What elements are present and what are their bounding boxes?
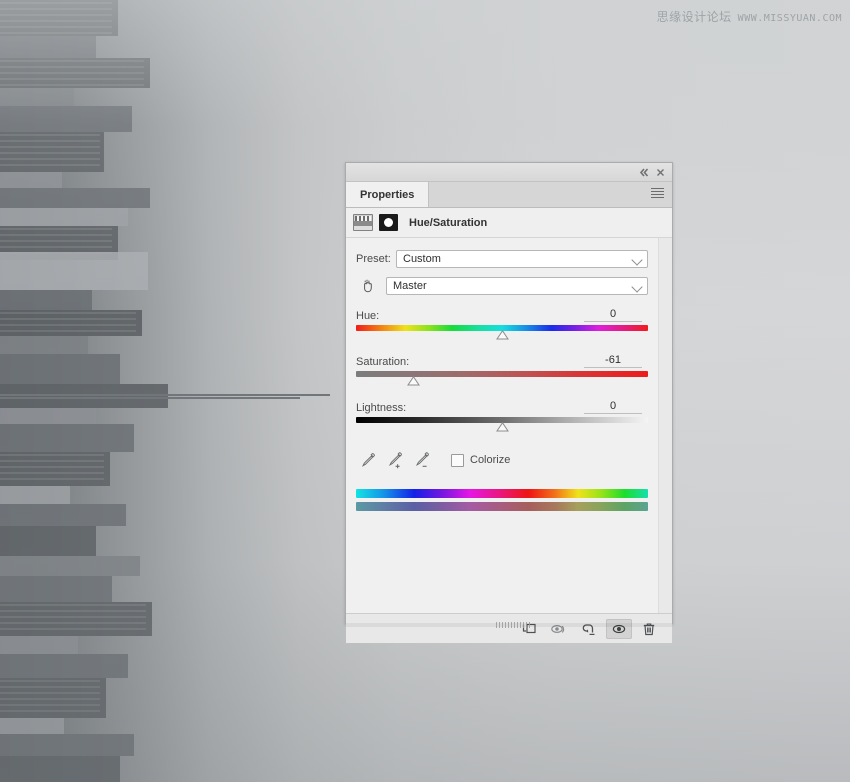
- lightness-slider-thumb[interactable]: [496, 422, 509, 432]
- tab-properties-label: Properties: [360, 188, 415, 201]
- add-to-sample-eyedropper-icon[interactable]: [383, 450, 407, 470]
- saturation-value-field[interactable]: -61: [584, 354, 642, 368]
- adjustment-header: Hue/Saturation: [346, 208, 672, 238]
- colorize-checkbox-group[interactable]: Colorize: [451, 453, 511, 467]
- hue-label: Hue:: [356, 310, 380, 322]
- colorize-checkbox[interactable]: [451, 453, 464, 467]
- properties-panel[interactable]: Properties Hue/Saturation Preset: Custom: [345, 162, 673, 643]
- lightness-slider-block: Lightness: 0: [346, 399, 672, 435]
- hue-saturation-adjustment-icon[interactable]: [353, 214, 373, 231]
- watermark-url: WWW.MISSYUAN.COM: [737, 13, 842, 24]
- saturation-slider-track[interactable]: [356, 371, 648, 377]
- hue-bar-adjusted[interactable]: [356, 502, 648, 511]
- preset-row: Preset: Custom: [346, 248, 672, 270]
- channel-value: Master: [393, 280, 427, 292]
- panel-resize-grip[interactable]: [496, 622, 532, 628]
- panel-tab-bar[interactable]: Properties: [346, 182, 672, 208]
- sample-eyedropper-icon[interactable]: [356, 450, 380, 470]
- saturation-label: Saturation:: [356, 356, 410, 368]
- saturation-slider-block: Saturation: -61: [346, 353, 672, 389]
- colorize-label: Colorize: [470, 454, 511, 466]
- delete-adjustment-button[interactable]: [636, 619, 662, 639]
- watermark: 思缘设计论坛 WWW.MISSYUAN.COM: [657, 8, 842, 25]
- panel-body: Preset: Custom Master Hue: 0 Saturation:…: [346, 238, 672, 613]
- hue-range-bars: [346, 489, 672, 511]
- hue-value-field[interactable]: 0: [584, 308, 642, 322]
- reset-button[interactable]: [576, 619, 602, 639]
- page-title: Hue/Saturation: [409, 216, 488, 229]
- close-icon[interactable]: [654, 166, 667, 179]
- lightness-label: Lightness:: [356, 402, 407, 414]
- hue-slider-block: Hue: 0: [346, 307, 672, 343]
- chevron-down-icon: [631, 281, 643, 293]
- saturation-slider-thumb[interactable]: [407, 376, 420, 386]
- tab-properties[interactable]: Properties: [346, 182, 430, 207]
- lightness-value-field[interactable]: 0: [584, 400, 642, 414]
- preset-label: Preset:: [356, 253, 391, 265]
- targeted-adjustment-hand-icon[interactable]: [356, 276, 380, 296]
- watermark-site-name: 思缘设计论坛: [656, 10, 732, 24]
- panel-footer: [346, 613, 672, 643]
- chevron-down-icon: [631, 254, 643, 266]
- hue-slider-thumb[interactable]: [496, 330, 509, 340]
- eyedropper-row: Colorize: [346, 449, 672, 471]
- toggle-layer-visibility-button[interactable]: [606, 618, 632, 639]
- view-previous-state-button[interactable]: [546, 619, 572, 639]
- preset-value: Custom: [403, 253, 441, 265]
- hue-bar-source[interactable]: [356, 489, 648, 498]
- panel-scrollbar[interactable]: [658, 238, 672, 613]
- panel-menu-icon[interactable]: [651, 188, 664, 200]
- layer-mask-thumbnail-icon[interactable]: [379, 214, 398, 231]
- channel-select[interactable]: Master: [386, 277, 648, 295]
- subtract-from-sample-eyedropper-icon[interactable]: [410, 450, 434, 470]
- channel-row: Master: [346, 275, 672, 297]
- panel-titlebar[interactable]: [346, 163, 672, 182]
- preset-select[interactable]: Custom: [396, 250, 648, 268]
- double-chevron-left-icon[interactable]: [637, 166, 650, 179]
